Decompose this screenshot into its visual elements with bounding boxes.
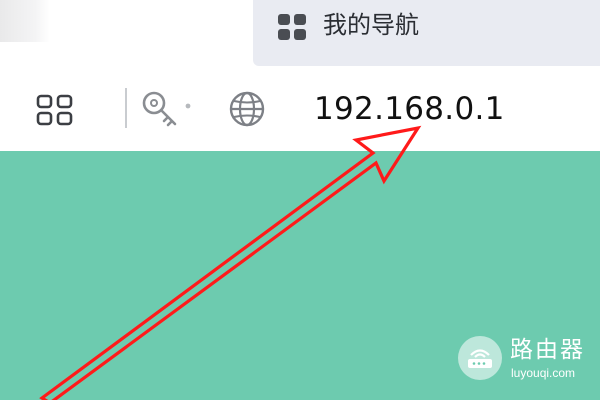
watermark-title: 路由器 — [510, 337, 585, 363]
router-icon — [458, 336, 502, 380]
address-bar[interactable]: 192.168.0.1 — [314, 90, 505, 128]
watermark-subtitle: luyouqi.com — [511, 366, 576, 380]
watermark: 路由器 luyouqi.com — [458, 336, 600, 386]
browser-tab-strip: 我的导航 — [0, 0, 600, 66]
grid-icon — [278, 14, 306, 40]
globe-icon[interactable] — [228, 90, 266, 128]
apps-grid-icon[interactable] — [36, 94, 74, 126]
tab-my-navigation[interactable]: 我的导航 — [253, 0, 600, 66]
blurred-tab[interactable] — [0, 0, 50, 42]
toolbar-divider — [125, 88, 127, 128]
key-icon[interactable] — [140, 88, 196, 128]
browser-toolbar: 192.168.0.1 — [0, 66, 600, 151]
tab-label: 我的导航 — [323, 11, 419, 39]
